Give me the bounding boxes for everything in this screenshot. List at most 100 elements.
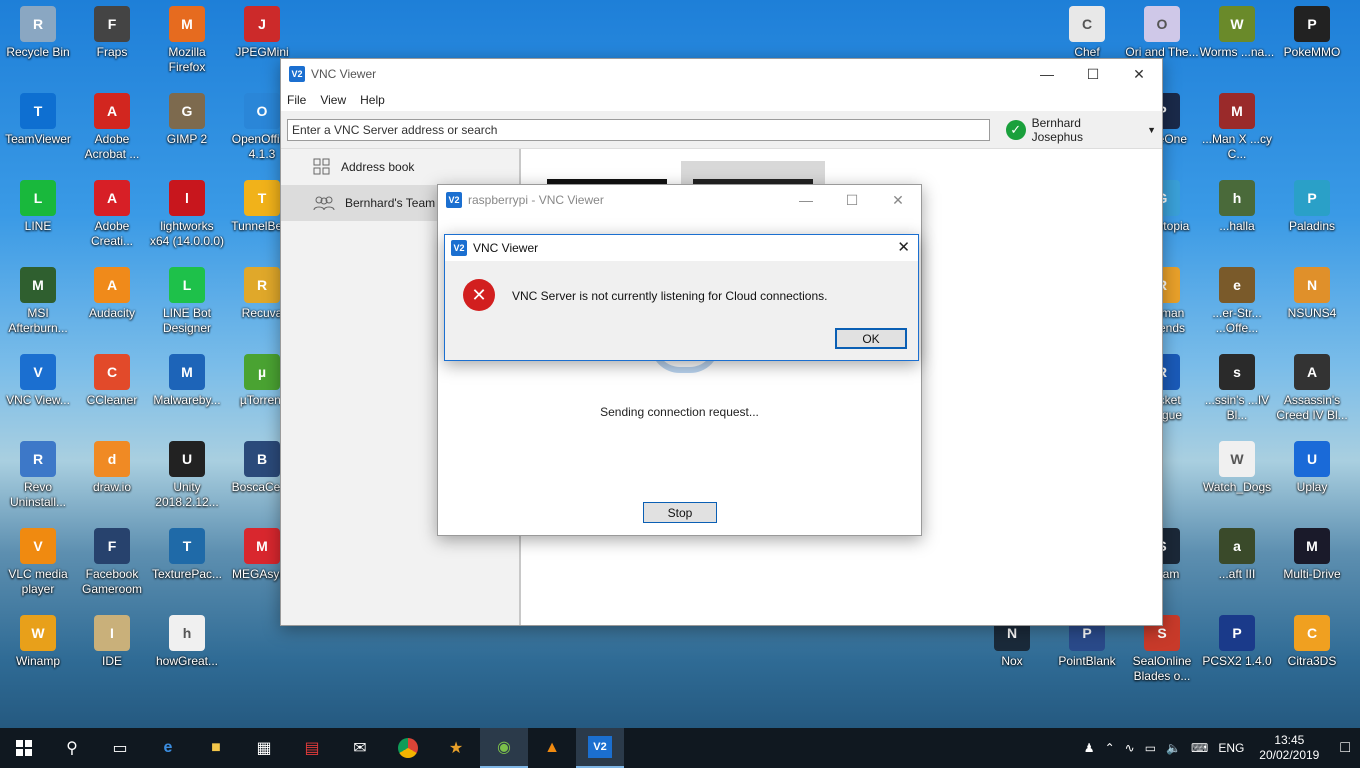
sidebar-item-address-book[interactable]: Address book <box>281 149 519 185</box>
desktop-icon[interactable]: C Citra3DS <box>1274 615 1350 669</box>
desktop-icon-label: VLC media player <box>8 567 68 596</box>
minimize-button[interactable]: — <box>783 185 829 215</box>
taskbar-file-explorer[interactable]: ■ <box>192 728 240 768</box>
desktop-icon-label: Watch_Dogs <box>1202 480 1272 494</box>
desktop-icon[interactable]: d draw.io <box>74 441 150 495</box>
desktop-icon[interactable]: e ...er-Str... ...Offe... <box>1199 267 1275 336</box>
start-button[interactable] <box>0 728 48 768</box>
ok-button[interactable]: OK <box>835 328 907 349</box>
people-icon[interactable]: ♟ <box>1084 741 1095 755</box>
desktop-icon[interactable]: C CCleaner <box>74 354 150 408</box>
main-titlebar[interactable]: V2 VNC Viewer — ☐ ✕ <box>281 59 1162 89</box>
desktop-icon[interactable]: N NSUNS4 <box>1274 267 1350 321</box>
audacity-icon: A <box>94 267 130 303</box>
desktop-icon[interactable]: U Unity 2018.2.12... <box>149 441 225 510</box>
taskbar-mail[interactable]: ✉ <box>336 728 384 768</box>
desktop-icon[interactable]: L LINE Bot Designer <box>149 267 225 336</box>
desktop-icon[interactable]: A Assassin's Creed IV Bl... <box>1274 354 1350 423</box>
language-indicator[interactable]: ENG <box>1218 741 1244 755</box>
jpegmini-icon: J <box>244 6 280 42</box>
battery-icon[interactable]: ▭ <box>1145 741 1156 755</box>
desktop-icon[interactable]: W Worms ...na... <box>1199 6 1275 60</box>
maximize-button[interactable]: ☐ <box>1070 59 1116 89</box>
desktop-icon[interactable]: s ...ssin's ...IV Bl... <box>1199 354 1275 423</box>
desktop-icon[interactable]: I IDE <box>74 615 150 669</box>
recuva-icon: R <box>244 267 280 303</box>
menu-view[interactable]: View <box>320 93 346 107</box>
desktop-icon[interactable]: R Revo Uninstall... <box>0 441 76 510</box>
desktop-icon[interactable]: W Watch_Dogs <box>1199 441 1275 495</box>
desktop-icon[interactable]: V VNC View... <box>0 354 76 408</box>
desktop-icon[interactable]: R Recycle Bin <box>0 6 76 60</box>
desktop-icon[interactable]: T TeamViewer <box>0 93 76 147</box>
taskbar-edge[interactable]: e <box>144 728 192 768</box>
desktop-icon[interactable]: A Audacity <box>74 267 150 321</box>
search-button[interactable]: ⚲ <box>48 728 96 768</box>
desktop-icon[interactable]: M Multi-Drive <box>1274 528 1350 582</box>
desktop-icon-label: Assassin's Creed IV Bl... <box>1276 393 1348 422</box>
task-view-icon: ▭ <box>112 740 128 757</box>
desktop-icon[interactable]: O Ori and The... <box>1124 6 1200 60</box>
chevron-up-icon[interactable]: ⌃ <box>1105 741 1115 755</box>
menu-file[interactable]: File <box>287 93 306 107</box>
file-icon: h <box>169 615 205 651</box>
taskbar-game[interactable]: ★ <box>432 728 480 768</box>
desktop-icon[interactable]: F Fraps <box>74 6 150 60</box>
maximize-button[interactable]: ☐ <box>829 185 875 215</box>
taskbar-chrome[interactable] <box>384 728 432 768</box>
desktop-icon[interactable]: h ...halla <box>1199 180 1275 234</box>
desktop-icon[interactable]: W Winamp <box>0 615 76 669</box>
desktop-icon[interactable]: M MSI Afterburn... <box>0 267 76 336</box>
task-view-button[interactable]: ▭ <box>96 728 144 768</box>
desktop-icon[interactable]: P PCSX2 1.4.0 <box>1199 615 1275 669</box>
taskbar-vnc-viewer[interactable]: V2 <box>576 728 624 768</box>
desktop-icon-label: NSUNS4 <box>1287 306 1337 320</box>
desktop-icon-label: PointBlank <box>1058 654 1116 668</box>
desktop-icon[interactable]: J JPEGMini <box>224 6 300 60</box>
menubar: File View Help <box>281 89 1162 111</box>
notifications-icon[interactable]: □ <box>1340 739 1350 757</box>
taskbar-gift[interactable]: ▤ <box>288 728 336 768</box>
desktop-icon[interactable]: L LINE <box>0 180 76 234</box>
desktop-icon-label: GIMP 2 <box>166 132 208 146</box>
server-address-search-input[interactable]: Enter a VNC Server address or search <box>287 118 990 141</box>
desktop-icon[interactable]: A Adobe Creati... <box>74 180 150 249</box>
desktop-icon[interactable]: T TexturePac... <box>149 528 225 582</box>
desktop-icon[interactable]: C Chef <box>1049 6 1125 60</box>
minimize-button[interactable]: — <box>1024 59 1070 89</box>
desktop-icon[interactable]: P Paladins <box>1274 180 1350 234</box>
desktop-icon-label: draw.io <box>92 480 132 494</box>
taskbar-app-active[interactable]: ◉ <box>480 728 528 768</box>
paladins-icon: P <box>1294 180 1330 216</box>
stop-button[interactable]: Stop <box>643 502 717 523</box>
desktop-icon[interactable]: h howGreat... <box>149 615 225 669</box>
user-account-menu[interactable]: ✓ Bernhard Josephus ▼ <box>1005 116 1156 144</box>
desktop-icon[interactable]: A Adobe Acrobat ... <box>74 93 150 162</box>
close-button[interactable]: ✕ <box>1116 59 1162 89</box>
taskbar-vlc[interactable]: ▲ <box>528 728 576 768</box>
desktop-icon[interactable]: l lightworks x64 (14.0.0.0) <box>149 180 225 249</box>
desktop-icon[interactable]: M Mozilla Firefox <box>149 6 225 75</box>
keyboard-icon[interactable]: ⌨ <box>1191 741 1208 755</box>
menu-help[interactable]: Help <box>360 93 385 107</box>
network-icon[interactable]: ∿ <box>1125 741 1135 755</box>
desktop-icon[interactable]: V VLC media player <box>0 528 76 597</box>
desktop-icon[interactable]: M Malwareby... <box>149 354 225 408</box>
desktop-icon[interactable]: P PokeMMO <box>1274 6 1350 60</box>
desktop-icon[interactable]: M ...Man X ...cy C... <box>1199 93 1275 162</box>
connection-titlebar[interactable]: V2 raspberrypi - VNC Viewer — ☐ ✕ <box>438 185 921 215</box>
desktop-icon-label: Citra3DS <box>1287 654 1337 668</box>
close-icon[interactable]: ✕ <box>897 238 910 256</box>
volume-icon[interactable]: 🔈 <box>1166 741 1181 755</box>
desktop-icon[interactable]: F Facebook Gameroom <box>74 528 150 597</box>
close-button[interactable]: ✕ <box>875 185 921 215</box>
desktop-icon[interactable]: U Uplay <box>1274 441 1350 495</box>
desktop-icon[interactable]: G GIMP 2 <box>149 93 225 147</box>
error-dialog-titlebar[interactable]: V2 VNC Viewer ✕ <box>445 235 918 261</box>
clock[interactable]: 13:45 20/02/2019 <box>1254 733 1324 763</box>
desktop-icon-label: Multi-Drive <box>1283 567 1341 581</box>
taskbar-store[interactable]: ▦ <box>240 728 288 768</box>
chevron-down-icon: ▼ <box>1147 124 1156 135</box>
desktop-icon[interactable]: a ...aft III <box>1199 528 1275 582</box>
error-message: VNC Server is not currently listening fo… <box>512 289 828 303</box>
